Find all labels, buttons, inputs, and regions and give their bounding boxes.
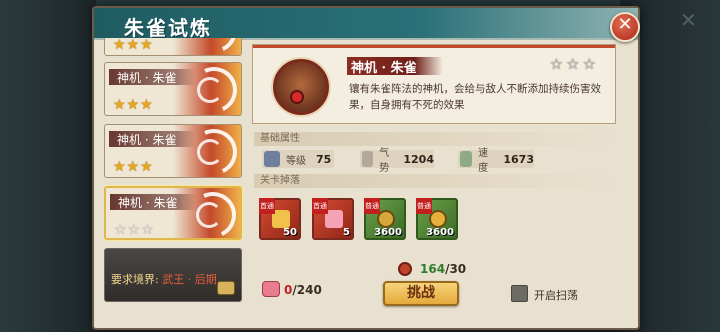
drop-item[interactable]: 首通 5 bbox=[312, 198, 354, 240]
attribute-speed: 速度 1673 bbox=[458, 148, 534, 174]
fire-emblem-icon bbox=[196, 202, 222, 228]
stage-name: 神机 · 朱雀 bbox=[117, 133, 177, 147]
title-bar: 朱雀试炼 bbox=[94, 8, 638, 40]
background-close-icon: ✕ bbox=[680, 8, 697, 32]
drop-item[interactable]: 普通 3600 bbox=[364, 198, 406, 240]
stage-name: 神机 · 朱雀 bbox=[118, 196, 178, 210]
drop-qty: 3600 bbox=[374, 227, 402, 238]
section-drops: 关卡掉落 bbox=[254, 174, 616, 188]
sweep-label: 开启扫荡 bbox=[534, 289, 578, 302]
stamina-current: 164 bbox=[420, 262, 446, 276]
stage-card-selected[interactable]: 神机 · 朱雀 ☆☆☆ bbox=[104, 186, 242, 240]
requirement-label: 要求境界: bbox=[111, 273, 159, 286]
dialog-title: 朱雀试炼 bbox=[124, 16, 212, 40]
ticket-count: 0/240 bbox=[284, 283, 322, 297]
attribute-value: 1673 bbox=[503, 152, 534, 166]
empty-stars: ☆☆☆ bbox=[114, 222, 155, 238]
realm-requirement: 要求境界: 武王 · 后期 bbox=[111, 271, 217, 287]
stage-card[interactable]: 神机 · 朱雀 ★★★ bbox=[104, 62, 242, 116]
gem-icon bbox=[290, 90, 304, 104]
stage-card[interactable]: 神机 · 朱雀 ★★★ bbox=[104, 124, 242, 178]
stage-stars: ★★★ bbox=[113, 159, 154, 175]
level-icon bbox=[264, 151, 280, 167]
stage-stars: ★★★ bbox=[113, 38, 154, 53]
attribute-level: 等级 75 bbox=[262, 150, 334, 168]
attribute-value: 1204 bbox=[403, 152, 434, 166]
close-icon: ✕ bbox=[617, 14, 633, 35]
stage-list[interactable]: ★★★ 神机 · 朱雀 ★★★ 神机 · 朱雀 ★★★ 神机 · 朱雀 ☆☆☆ … bbox=[104, 38, 244, 310]
drop-item[interactable]: 普通 3600 bbox=[416, 198, 458, 240]
attribute-momentum: 气势 1204 bbox=[360, 148, 434, 174]
drop-tag: 首通 bbox=[259, 198, 275, 214]
stamina-icon bbox=[398, 262, 412, 276]
drop-tag: 普通 bbox=[416, 198, 432, 214]
drop-tag: 普通 bbox=[364, 198, 380, 214]
fire-emblem-icon bbox=[197, 139, 223, 165]
boss-description: 镶有朱雀阵法的神机，会给与敌人不断添加持续伤害效果，自身拥有不死的效果 bbox=[349, 83, 601, 111]
fire-emblem-icon bbox=[197, 77, 223, 103]
drop-qty: 5 bbox=[343, 227, 350, 238]
stage-stars: ☆☆☆ bbox=[114, 222, 155, 238]
stage-name: 神机 · 朱雀 bbox=[117, 71, 177, 85]
stamina-max: /30 bbox=[445, 262, 467, 276]
drop-tag: 首通 bbox=[312, 198, 328, 214]
sweep-checkbox[interactable] bbox=[511, 285, 528, 302]
boss-detail-card: 神机 · 朱雀 ☆☆☆ 镶有朱雀阵法的神机，会给与敌人不断添加持续伤害效果，自身… bbox=[252, 44, 616, 124]
attribute-label: 速度 bbox=[478, 148, 489, 174]
lock-icon bbox=[217, 281, 235, 295]
attribute-value: 75 bbox=[316, 152, 332, 166]
pig-ticket-icon bbox=[262, 281, 280, 297]
requirement-value: 武王 · 后期 bbox=[162, 273, 217, 286]
ticket-max: /240 bbox=[292, 283, 322, 297]
boss-stars: ☆☆☆ bbox=[549, 55, 599, 73]
momentum-icon bbox=[362, 151, 374, 167]
drop-item[interactable]: 首通 50 bbox=[259, 198, 301, 240]
background-left-panel bbox=[0, 0, 96, 332]
attribute-label: 等级 bbox=[286, 155, 306, 167]
stage-card[interactable]: ★★★ bbox=[104, 38, 242, 56]
stamina-cost: 164/30 bbox=[420, 262, 466, 276]
accent-line bbox=[253, 45, 615, 48]
section-attributes: 基础属性 bbox=[254, 132, 616, 146]
stage-card-locked[interactable]: 要求境界: 武王 · 后期 bbox=[104, 248, 242, 302]
stage-stars: ★★★ bbox=[113, 97, 154, 113]
challenge-button[interactable]: 挑战 bbox=[383, 281, 459, 306]
speed-icon bbox=[460, 151, 473, 167]
close-button[interactable]: ✕ bbox=[610, 12, 640, 42]
drop-qty: 3600 bbox=[426, 227, 454, 238]
boss-portrait bbox=[273, 59, 329, 115]
drop-qty: 50 bbox=[283, 227, 297, 238]
boss-name: 神机 · 朱雀 bbox=[351, 61, 417, 76]
attribute-label: 气势 bbox=[379, 148, 390, 174]
fire-emblem-icon bbox=[184, 38, 241, 55]
